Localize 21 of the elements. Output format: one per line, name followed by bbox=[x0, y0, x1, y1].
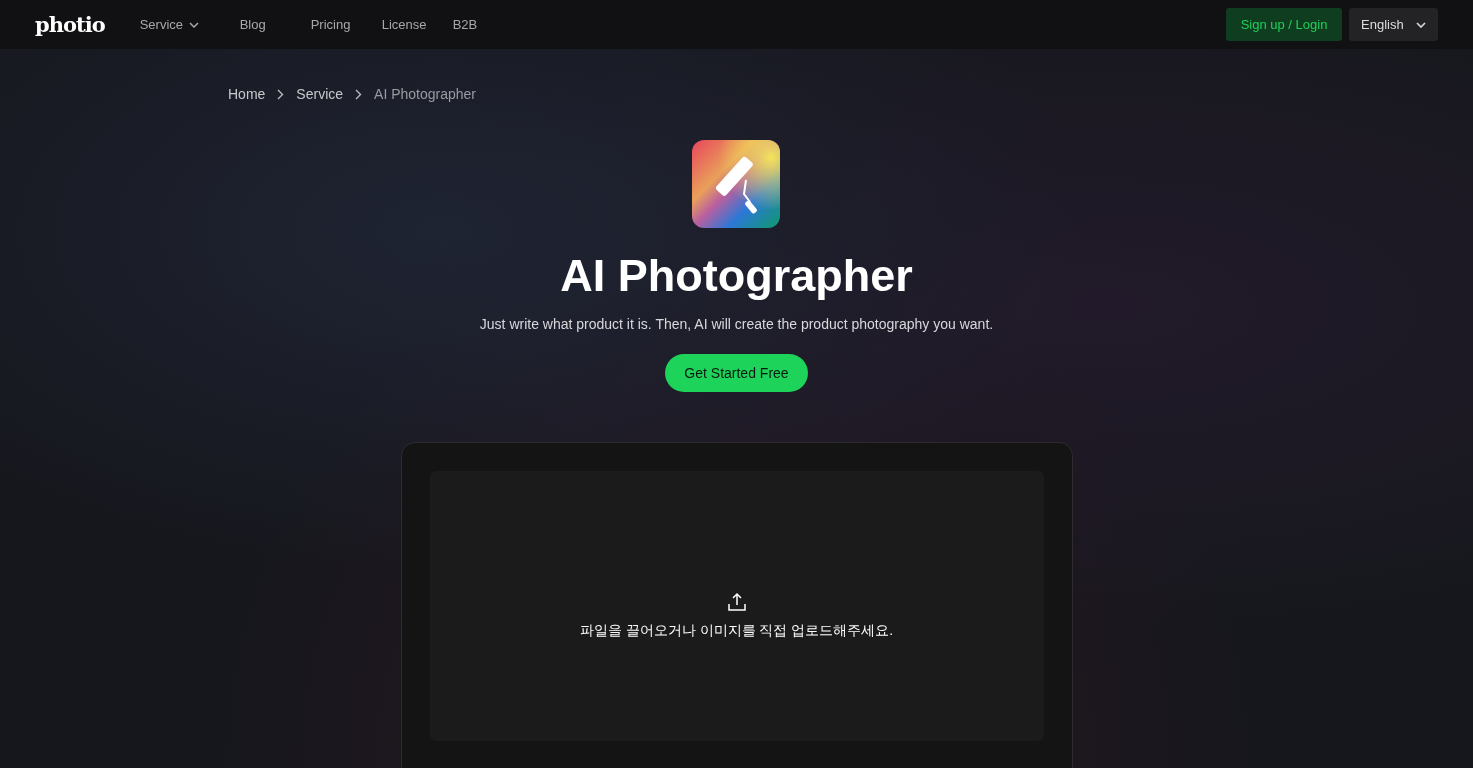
chevron-right-icon bbox=[355, 88, 363, 100]
page-title: AI Photographer bbox=[560, 250, 913, 302]
nav-link[interactable]: Service bbox=[139, 17, 240, 32]
nav-link[interactable]: Pricing bbox=[310, 17, 382, 32]
chevron-down-icon bbox=[1416, 21, 1426, 28]
nav-link[interactable]: B2B bbox=[452, 17, 524, 32]
get-started-button[interactable]: Get Started Free bbox=[665, 354, 808, 392]
photio-logo[interactable]: photio bbox=[35, 12, 105, 37]
breadcrumb-link[interactable]: Home bbox=[228, 86, 266, 102]
page-subtitle: Just write what product it is. Then, AI will create the product photography you want. bbox=[479, 316, 994, 332]
chevron-right-icon bbox=[277, 88, 285, 100]
chevron-down-icon bbox=[189, 21, 199, 28]
language-select[interactable]: English bbox=[1349, 8, 1438, 41]
upload-instruction: 파일을 끌어오거나 이미지를 직접 업로드해주세요. bbox=[579, 622, 894, 640]
upload-icon bbox=[726, 592, 747, 612]
nav-link[interactable]: Blog bbox=[239, 17, 311, 32]
upload-dropzone[interactable]: 파일을 끌어오거나 이미지를 직접 업로드해주세요. bbox=[429, 471, 1044, 741]
sign-up-login-button[interactable]: Sign up / Login bbox=[1226, 8, 1342, 41]
nav-link[interactable]: License bbox=[381, 17, 453, 32]
breadcrumb-link[interactable]: AI Photographer bbox=[374, 86, 476, 102]
breadcrumb-link[interactable]: Service bbox=[296, 86, 344, 102]
